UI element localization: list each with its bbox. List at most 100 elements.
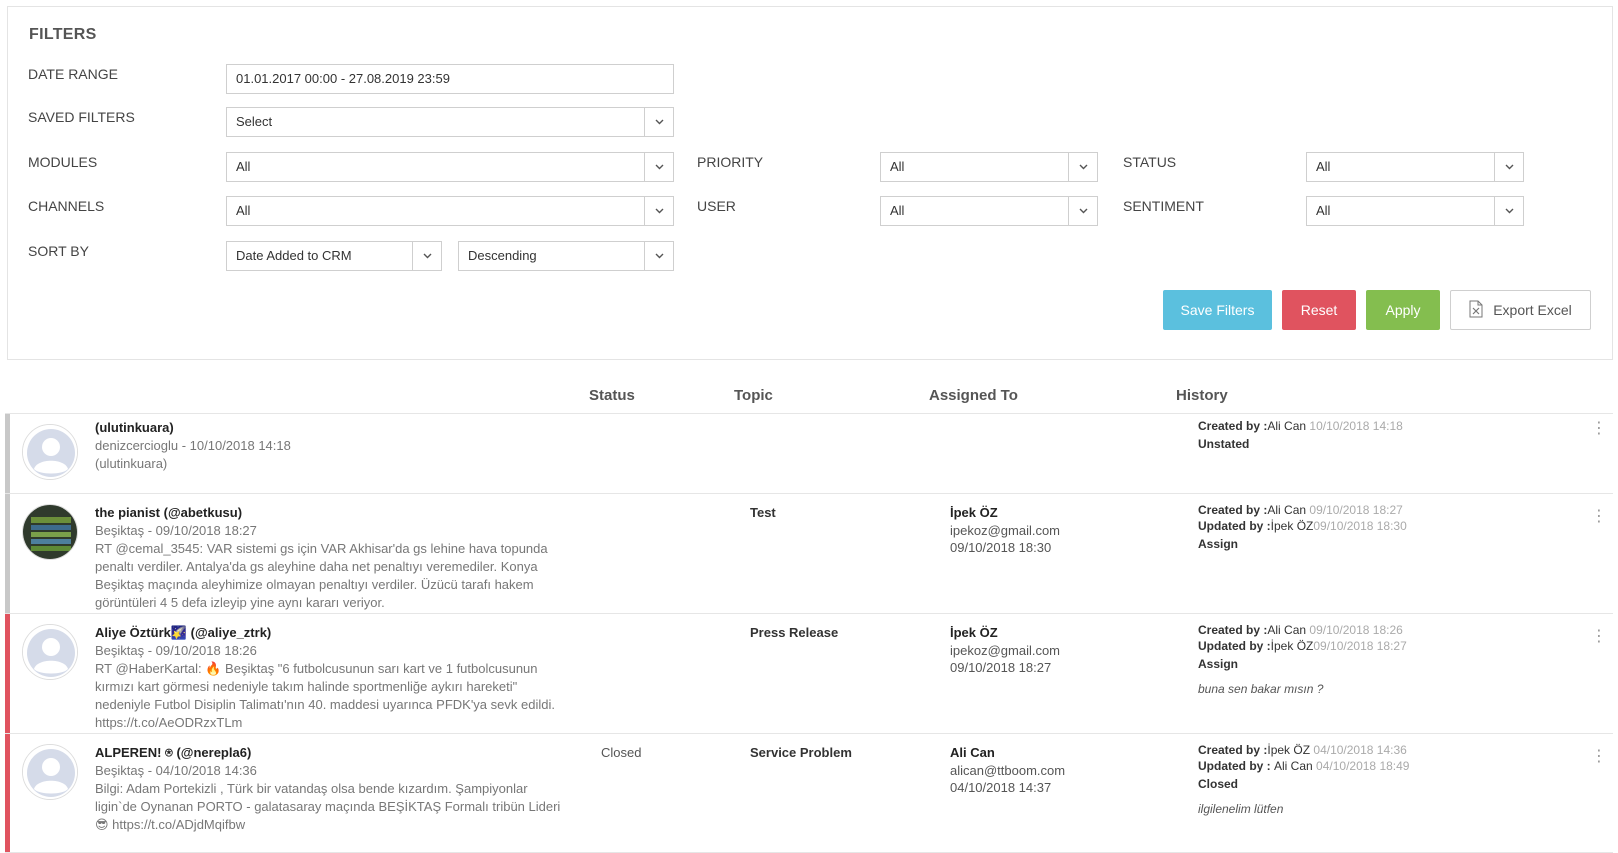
post-meta: denizcercioglu - 10/10/2018 14:18 [95,438,291,453]
header-assigned-to: Assigned To [929,387,1018,404]
status-value: Closed [601,745,642,760]
table-row[interactable]: the pianist (@abetkusu) Beşiktaş - 09/10… [5,494,1613,614]
history-updated: Updated by :İpek ÖZ09/10/2018 18:27 [1198,639,1407,653]
history-updated-label: Updated by : [1198,759,1275,773]
chevron-down-icon [644,108,673,136]
history-state: Assign [1198,657,1239,671]
history-updated-by: İpek ÖZ [1270,639,1314,653]
assigned-date: 09/10/2018 18:27 [950,660,1052,675]
history-state: Assign [1198,537,1239,551]
post-meta: Beşiktaş - 09/10/2018 18:27 [95,523,257,538]
history-created-label: Created by : [1198,503,1268,517]
sentiment-select[interactable]: All [1306,196,1524,226]
ticket-list: (ulutinkuara) denizcercioglu - 10/10/201… [5,413,1613,853]
date-range-label: DATE RANGE [28,66,118,82]
user-select[interactable]: All [880,196,1098,226]
more-options-icon[interactable]: ⋮ [1591,749,1607,765]
history-created-label: Created by : [1198,419,1268,433]
history-note: buna sen bakar mısın ? [1198,682,1324,696]
more-options-icon[interactable]: ⋮ [1591,509,1607,525]
more-options-icon[interactable]: ⋮ [1591,421,1607,437]
author-name[interactable]: (ulutinkuara) [95,420,174,435]
table-row[interactable]: ALPEREN! ⍟ (@nerepla6) Beşiktaş - 04/10/… [5,734,1613,853]
sentiment-label: SENTIMENT [1123,198,1204,214]
post-text: RT @cemal_3545: VAR sistemi gs için VAR … [95,541,548,610]
date-range-value: 01.01.2017 00:00 - 27.08.2019 23:59 [236,71,450,86]
author-name[interactable]: the pianist (@abetkusu) [95,505,242,520]
assigned-name: İpek ÖZ [950,625,998,640]
saved-filters-select[interactable]: Select [226,107,674,137]
chevron-down-icon [412,242,441,270]
default-user-icon [23,425,77,479]
profile-photo-icon [23,505,77,559]
history-created-label: Created by : [1198,623,1268,637]
history-updated-date: 09/10/2018 18:27 [1313,639,1407,653]
user-value: All [890,203,905,218]
status-value: All [1316,159,1331,174]
status-label: STATUS [1123,154,1177,170]
chevron-down-icon [644,153,673,181]
filters-title: FILTERS [29,26,97,43]
history-updated-by: Ali Can [1274,759,1313,773]
reset-button[interactable]: Reset [1282,290,1356,330]
export-excel-button[interactable]: Export Excel [1450,290,1591,330]
status-select[interactable]: All [1306,152,1524,182]
channels-select[interactable]: All [226,196,674,226]
post-text: RT @HaberKartal: 🔥 Beşiktaş "6 futbolcus… [95,661,555,730]
assigned-name: Ali Can [950,745,995,760]
history-created: Created by :Ali Can 09/10/2018 18:27 [1198,503,1403,517]
topic: Test [750,505,776,520]
history-created: Created by :İpek ÖZ 04/10/2018 14:36 [1198,743,1407,757]
author-name[interactable]: ALPEREN! ⍟ (@nerepla6) [95,745,251,761]
channels-label: CHANNELS [28,198,105,214]
chevron-down-icon [1068,153,1097,181]
history-created: Created by :Ali Can 10/10/2018 14:18 [1198,419,1403,433]
priority-value: All [890,159,905,174]
history-note: ilgilenelim lütfen [1198,802,1284,816]
post-meta: Beşiktaş - 09/10/2018 18:26 [95,643,257,658]
row-indicator-bar [5,414,10,493]
assigned-email: ipekoz@gmail.com [950,523,1061,538]
saved-filters-value: Select [236,114,273,129]
save-filters-button[interactable]: Save Filters [1163,290,1272,330]
avatar [22,624,78,680]
history-updated-by: İpek ÖZ [1270,519,1314,533]
priority-label: PRIORITY [697,154,764,170]
chevron-down-icon [1068,197,1097,225]
history-updated-date: 04/10/2018 18:49 [1316,759,1410,773]
header-history: History [1176,387,1228,404]
date-range-input[interactable]: 01.01.2017 00:00 - 27.08.2019 23:59 [226,64,674,94]
default-user-icon [23,625,77,679]
modules-value: All [236,159,251,174]
assigned-email: alican@ttboom.com [950,763,1066,778]
table-row[interactable]: Aliye Öztürk🌠 (@aliye_ztrk) Beşiktaş - 0… [5,614,1613,734]
post-text: Bilgi: Adam Portekizli , Türk bir vatand… [95,781,561,832]
chevron-down-icon [644,242,673,270]
history-created-date: 09/10/2018 18:27 [1309,503,1403,517]
more-options-icon[interactable]: ⋮ [1591,629,1607,645]
modules-select[interactable]: All [226,152,674,182]
row-indicator-bar [5,614,10,733]
history-created-by: İpek ÖZ [1267,743,1311,757]
history-updated: Updated by :İpek ÖZ09/10/2018 18:30 [1198,519,1407,533]
history-created-by: Ali Can [1267,503,1307,517]
table-row[interactable]: (ulutinkuara) denizcercioglu - 10/10/201… [5,414,1613,494]
row-indicator-bar [5,494,10,613]
history-created-label: Created by : [1198,743,1268,757]
row-indicator-bar [5,734,10,852]
header-topic: Topic [734,387,773,404]
default-user-icon [23,745,77,799]
assigned-name: İpek ÖZ [950,505,998,520]
apply-button[interactable]: Apply [1366,290,1440,330]
sort-order-select[interactable]: Descending [458,241,674,271]
author-name[interactable]: Aliye Öztürk🌠 (@aliye_ztrk) [95,625,271,641]
history-created-date: 09/10/2018 18:26 [1309,623,1403,637]
chevron-down-icon [1494,197,1523,225]
assigned-date: 09/10/2018 18:30 [950,540,1052,555]
history-created-date: 04/10/2018 14:36 [1313,743,1407,757]
sort-field-select[interactable]: Date Added to CRM [226,241,442,271]
history-updated-label: Updated by : [1198,519,1271,533]
history-created: Created by :Ali Can 09/10/2018 18:26 [1198,623,1403,637]
priority-select[interactable]: All [880,152,1098,182]
history-created-by: Ali Can [1267,623,1307,637]
